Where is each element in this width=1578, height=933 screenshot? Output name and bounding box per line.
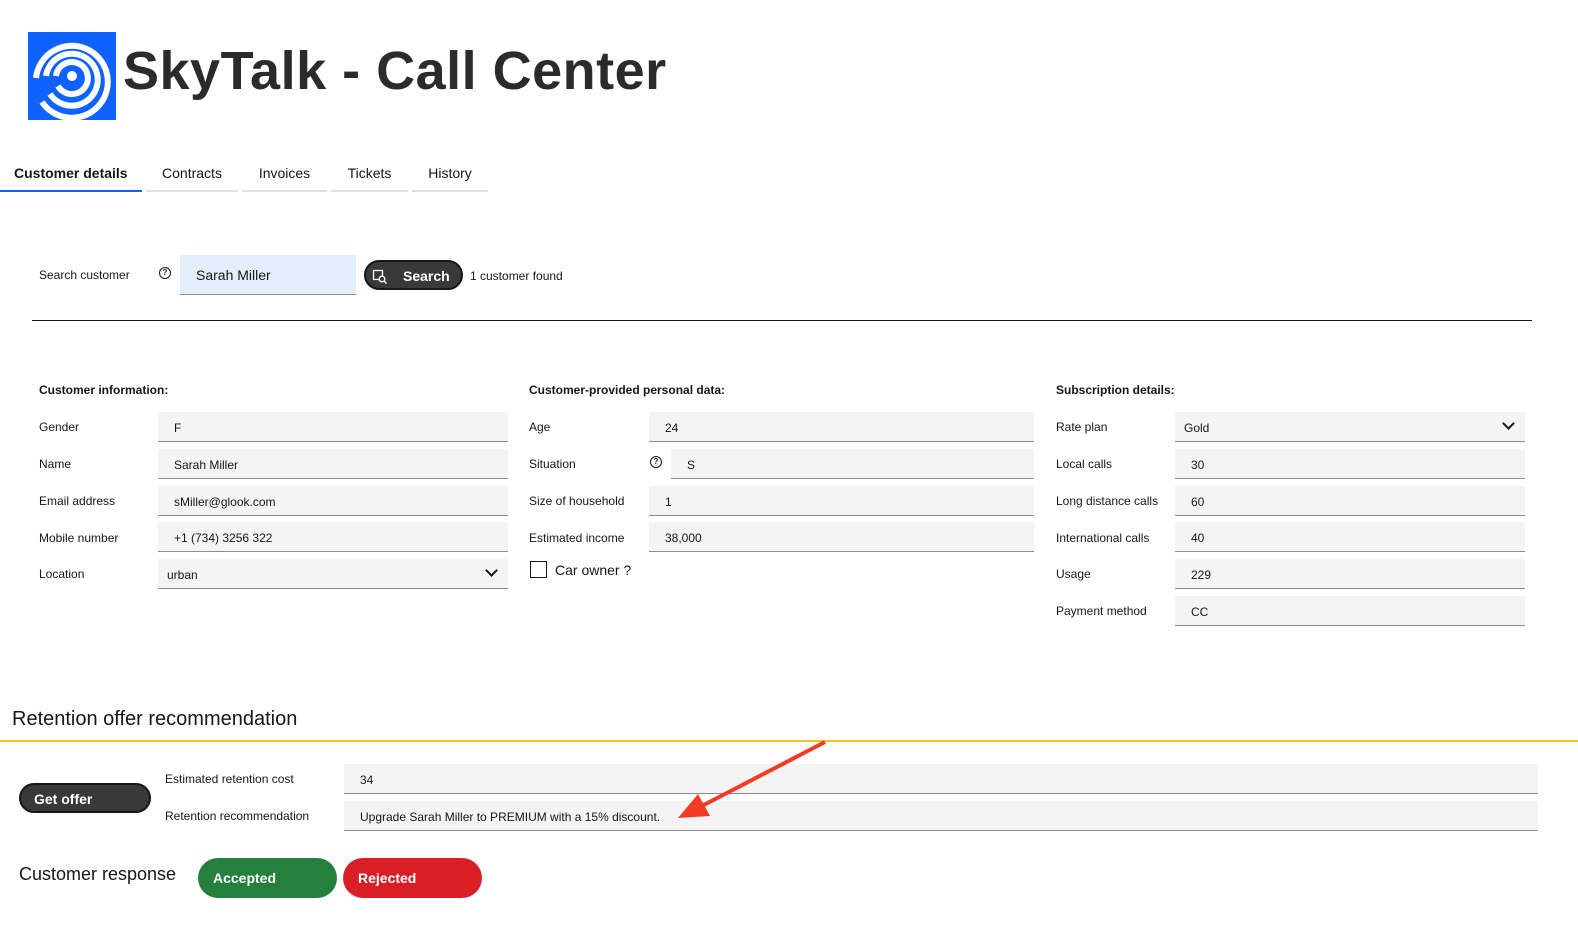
gender-field[interactable]: F (158, 412, 508, 442)
search-button[interactable]: Search (364, 260, 463, 290)
local-calls-label: Local calls (1056, 457, 1113, 471)
situation-help-icon[interactable]: ? (650, 456, 662, 468)
search-label: Search customer (39, 268, 130, 282)
payment-field[interactable]: CC (1175, 596, 1525, 626)
email-label: Email address (39, 494, 116, 508)
rate-plan-label: Rate plan (1056, 420, 1108, 434)
search-result-count: 1 customer found (470, 269, 563, 283)
mobile-label: Mobile number (39, 531, 119, 545)
retention-recommendation-field[interactable]: Upgrade Sarah Miller to PREMIUM with a 1… (344, 801, 1538, 831)
age-label: Age (529, 420, 551, 434)
search-icon (372, 269, 387, 284)
tab-invoices[interactable]: Invoices (242, 152, 327, 192)
rate-plan-select[interactable]: Gold (1175, 412, 1525, 442)
situation-label: Situation (529, 457, 576, 471)
chevron-down-icon (485, 564, 498, 577)
search-input[interactable] (180, 255, 356, 295)
retention-recommendation-label: Retention recommendation (165, 809, 310, 823)
help-icon[interactable]: ? (159, 267, 171, 279)
tab-history[interactable]: History (412, 152, 488, 192)
usage-label: Usage (1056, 567, 1091, 581)
usage-field[interactable]: 229 (1175, 559, 1525, 589)
section-divider (32, 320, 1532, 321)
email-field[interactable]: sMiller@glook.com (158, 486, 508, 516)
retention-cost-label: Estimated retention cost (165, 772, 294, 786)
long-distance-label: Long distance calls (1056, 494, 1159, 508)
tab-tickets[interactable]: Tickets (331, 152, 408, 192)
spiral-logo-icon (33, 42, 111, 121)
car-owner-label: Car owner ? (555, 562, 632, 578)
international-label: International calls (1056, 531, 1150, 545)
household-field[interactable]: 1 (649, 486, 1034, 516)
tab-contracts[interactable]: Contracts (146, 152, 238, 192)
long-distance-field[interactable]: 60 (1175, 486, 1525, 516)
annotation-arrow-icon (678, 740, 826, 818)
income-label: Estimated income (529, 531, 625, 545)
gender-label: Gender (39, 420, 80, 434)
app-title: SkyTalk - Call Center (123, 41, 667, 101)
app-logo (28, 32, 116, 121)
retention-cost-field[interactable]: 34 (344, 764, 1538, 794)
personal-data-heading: Customer-provided personal data: (529, 383, 726, 397)
accepted-button[interactable]: Accepted (198, 858, 337, 898)
customer-response-label: Customer response (19, 864, 177, 884)
mobile-field[interactable]: +1 (734) 3256 322 (158, 522, 508, 552)
get-offer-button[interactable]: Get offer (19, 783, 151, 813)
income-field[interactable]: 38,000 (649, 522, 1034, 552)
household-label: Size of household (529, 494, 625, 508)
search-button-label: Search (403, 268, 450, 284)
rejected-button[interactable]: Rejected (343, 858, 482, 898)
name-field[interactable]: Sarah Miller (158, 449, 508, 479)
location-select[interactable]: urban (158, 559, 508, 589)
subscription-heading: Subscription details: (1056, 383, 1175, 397)
local-calls-field[interactable]: 30 (1175, 449, 1525, 479)
location-label: Location (39, 567, 85, 581)
rate-plan-value: Gold (1184, 421, 1210, 435)
chevron-down-icon (1502, 417, 1515, 430)
customer-info-heading: Customer information: (39, 383, 169, 397)
situation-field[interactable]: S (671, 449, 1034, 479)
age-field[interactable]: 24 (649, 412, 1034, 442)
tab-customer-details[interactable]: Customer details (0, 152, 142, 192)
payment-label: Payment method (1056, 604, 1147, 618)
car-owner-checkbox[interactable] (530, 561, 547, 578)
retention-section-title: Retention offer recommendation (12, 708, 298, 730)
location-value: urban (167, 568, 198, 582)
name-label: Name (39, 457, 72, 471)
international-field[interactable]: 40 (1175, 522, 1525, 552)
